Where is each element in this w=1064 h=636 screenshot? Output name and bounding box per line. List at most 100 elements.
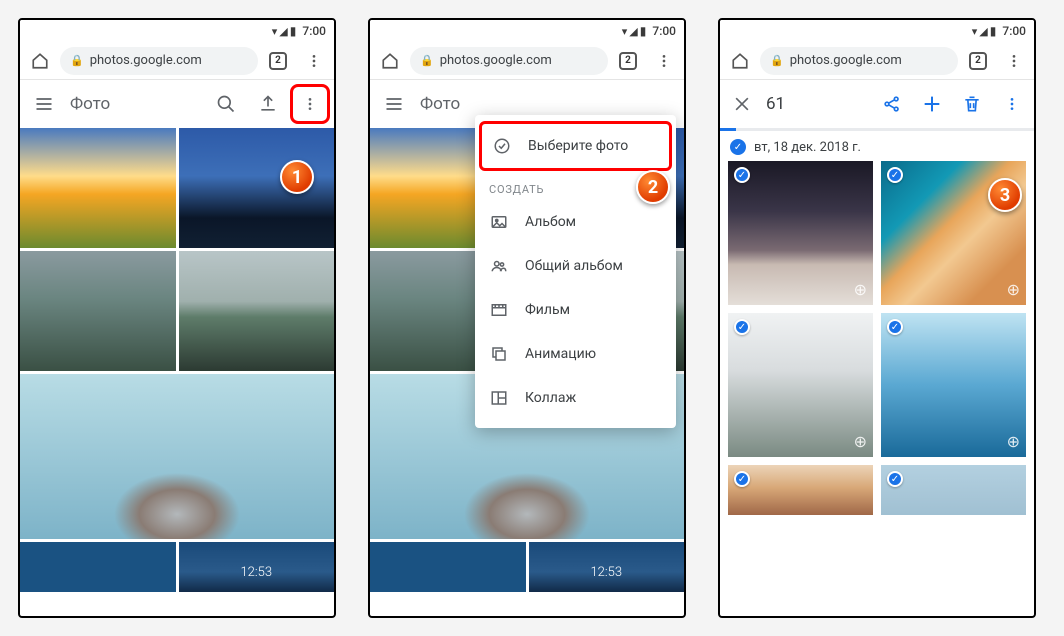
photo-thumb[interactable] — [20, 374, 334, 539]
tab-count: 2 — [269, 52, 287, 70]
progress-bar — [720, 128, 1034, 131]
menu-movie[interactable]: Фильм — [475, 288, 676, 332]
battery-icon: ▮ — [640, 24, 647, 38]
battery-icon: ▮ — [990, 24, 997, 38]
zoom-icon[interactable]: ⊕ — [854, 280, 867, 299]
delete-icon[interactable] — [952, 84, 992, 124]
overflow-menu-icon[interactable] — [290, 84, 330, 124]
browser-home-icon[interactable] — [24, 45, 56, 77]
add-icon[interactable] — [912, 84, 952, 124]
status-time: 7:00 — [652, 24, 676, 38]
upload-icon[interactable] — [248, 84, 288, 124]
menu-select-label: Выберите фото — [528, 138, 628, 154]
omnibox[interactable]: 🔒 photos.google.com — [410, 47, 608, 75]
photo-tile[interactable]: ✓ — [881, 465, 1026, 515]
browser-bar: 🔒 photos.google.com 2 — [20, 42, 334, 80]
hamburger-menu-icon[interactable] — [24, 84, 64, 124]
overflow-menu-icon[interactable] — [992, 84, 1032, 124]
browser-tabs-button[interactable]: 2 — [612, 45, 644, 77]
menu-album-label: Альбом — [525, 214, 576, 230]
page-title: Фото — [416, 94, 680, 114]
menu-animation[interactable]: Анимацию — [475, 332, 676, 376]
selection-count: 61 — [762, 94, 872, 114]
selection-grid: ✓⊕ ✓⊕ ✓⊕ ✓⊕ ✓ ✓ — [720, 161, 1034, 515]
photo-thumb[interactable] — [20, 251, 176, 371]
status-bar: ▾ ◢ ▮ 7:00 — [20, 20, 334, 42]
screen-2: ▾ ◢ ▮ 7:00 🔒 photos.google.com 2 Фото — [368, 18, 686, 618]
date-label: вт, 18 дек. 2018 г. — [754, 140, 861, 155]
zoom-icon[interactable]: ⊕ — [854, 432, 867, 451]
photo-thumb[interactable] — [179, 128, 335, 248]
browser-tabs-button[interactable]: 2 — [262, 45, 294, 77]
overflow-menu: Выберите фото СОЗДАТЬ Альбом Общий альбо… — [475, 115, 676, 428]
menu-album[interactable]: Альбом — [475, 200, 676, 244]
shared-album-icon — [489, 256, 509, 276]
browser-home-icon[interactable] — [374, 45, 406, 77]
date-header[interactable]: ✓ вт, 18 дек. 2018 г. — [720, 131, 1034, 161]
app-bar: Фото — [20, 80, 334, 128]
tab-count: 2 — [969, 52, 987, 70]
zoom-icon[interactable]: ⊕ — [1007, 280, 1020, 299]
check-icon: ✓ — [730, 139, 746, 155]
status-bar: ▾ ◢ ▮ 7:00 — [720, 20, 1034, 42]
photo-thumb[interactable] — [20, 542, 176, 592]
photo-tile[interactable]: ✓⊕ — [881, 313, 1026, 457]
lock-icon: 🔒 — [770, 54, 784, 67]
selection-bar: 61 — [720, 80, 1034, 128]
share-icon[interactable] — [872, 84, 912, 124]
browser-menu-icon[interactable] — [648, 45, 680, 77]
signal-icon: ◢ — [629, 25, 637, 38]
photo-thumb[interactable] — [370, 542, 526, 592]
battery-icon: ▮ — [290, 24, 297, 38]
signal-icon: ◢ — [979, 25, 987, 38]
check-icon: ✓ — [734, 167, 750, 183]
browser-tabs-button[interactable]: 2 — [962, 45, 994, 77]
browser-home-icon[interactable] — [724, 45, 756, 77]
omnibox-url: photos.google.com — [790, 53, 902, 68]
search-icon[interactable] — [206, 84, 246, 124]
menu-movie-label: Фильм — [525, 302, 570, 318]
select-icon — [492, 136, 512, 156]
menu-shared-album[interactable]: Общий альбом — [475, 244, 676, 288]
movie-icon — [489, 300, 509, 320]
photo-thumb[interactable] — [20, 128, 176, 248]
hamburger-menu-icon[interactable] — [374, 84, 414, 124]
photo-tile[interactable]: ✓⊕ — [728, 161, 873, 305]
menu-select-photos[interactable]: Выберите фото — [479, 121, 672, 171]
omnibox-url: photos.google.com — [440, 53, 552, 68]
wifi-icon: ▾ — [622, 25, 628, 38]
wifi-icon: ▾ — [972, 25, 978, 38]
album-icon — [489, 212, 509, 232]
page-title: Фото — [66, 94, 204, 114]
collage-icon — [489, 388, 509, 408]
menu-animation-label: Анимацию — [525, 346, 596, 362]
menu-collage-label: Коллаж — [525, 390, 576, 406]
browser-menu-icon[interactable] — [998, 45, 1030, 77]
check-icon: ✓ — [734, 319, 750, 335]
check-icon: ✓ — [887, 471, 903, 487]
photo-thumb[interactable] — [179, 542, 335, 592]
tab-count: 2 — [619, 52, 637, 70]
screen-3: ▾ ◢ ▮ 7:00 🔒 photos.google.com 2 61 — [718, 18, 1036, 618]
zoom-icon[interactable]: ⊕ — [1007, 432, 1020, 451]
photo-thumb[interactable] — [179, 251, 335, 371]
browser-menu-icon[interactable] — [298, 45, 330, 77]
omnibox[interactable]: 🔒 photos.google.com — [760, 47, 958, 75]
photo-tile[interactable]: ✓ — [728, 465, 873, 515]
check-icon: ✓ — [887, 167, 903, 183]
browser-bar: 🔒 photos.google.com 2 — [370, 42, 684, 80]
wifi-icon: ▾ — [272, 25, 278, 38]
photo-thumb[interactable] — [529, 542, 685, 592]
menu-collage[interactable]: Коллаж — [475, 376, 676, 420]
photo-grid — [20, 128, 334, 616]
status-time: 7:00 — [302, 24, 326, 38]
status-bar: ▾ ◢ ▮ 7:00 — [370, 20, 684, 42]
annotation-badge-3: 3 — [988, 178, 1022, 212]
screen-1: ▾ ◢ ▮ 7:00 🔒 photos.google.com 2 Фото — [18, 18, 336, 618]
annotation-badge-2: 2 — [636, 170, 670, 204]
status-time: 7:00 — [1002, 24, 1026, 38]
browser-bar: 🔒 photos.google.com 2 — [720, 42, 1034, 80]
photo-tile[interactable]: ✓⊕ — [728, 313, 873, 457]
close-icon[interactable] — [722, 84, 762, 124]
omnibox[interactable]: 🔒 photos.google.com — [60, 47, 258, 75]
